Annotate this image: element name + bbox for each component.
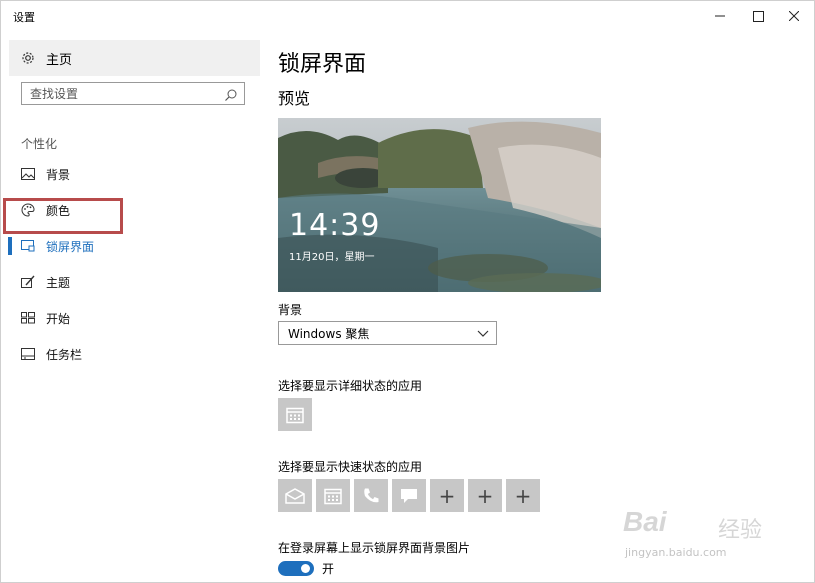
theme-icon	[20, 274, 36, 290]
preview-heading: 预览	[278, 89, 311, 108]
plus-icon: +	[476, 483, 494, 508]
maximize-button[interactable]	[741, 1, 775, 31]
preview-clock-date: 11月20日，星期一	[289, 252, 375, 263]
sidebar-item-label: 背景	[46, 167, 71, 182]
quick-status-app-phone[interactable]	[354, 479, 388, 512]
watermark-brand: Bai	[623, 506, 667, 537]
plus-icon: +	[438, 483, 456, 508]
baidu-watermark: Bai 经验 jingyan.baidu.com	[623, 506, 773, 576]
settings-window: 设置 主页 个性化 背景	[0, 0, 815, 583]
background-dropdown-value: Windows 聚焦	[288, 326, 370, 341]
calendar-icon	[324, 488, 342, 504]
minimize-button[interactable]	[703, 1, 737, 31]
start-icon	[20, 310, 36, 326]
close-button[interactable]	[777, 1, 811, 31]
preview-clock-time: 14:39	[289, 208, 381, 243]
sidebar-item-label: 主题	[46, 275, 71, 290]
section-label-personalization: 个性化	[21, 137, 58, 151]
background-dropdown[interactable]: Windows 聚焦	[278, 321, 497, 345]
maximize-icon	[752, 10, 764, 22]
detailed-status-app-calendar[interactable]	[278, 398, 312, 431]
mail-icon	[285, 487, 305, 504]
phone-icon	[364, 488, 379, 502]
annotation-highlight-box	[3, 198, 123, 234]
quick-status-app-messaging[interactable]	[392, 479, 426, 512]
sidebar-item-label: 锁屏界面	[46, 239, 95, 254]
toggle-state-label: 开	[322, 562, 335, 576]
title-bar: 设置	[1, 1, 814, 31]
close-icon	[789, 11, 799, 21]
calendar-icon	[286, 407, 304, 423]
minimize-icon	[715, 15, 725, 17]
quick-status-label: 选择要显示快速状态的应用	[278, 460, 423, 474]
main-content: 锁屏界面 预览 14:39 11月20日，星期一 背景 Windows 聚焦 选…	[260, 31, 814, 582]
sidebar-item-label: 开始	[46, 311, 71, 326]
gear-icon	[20, 50, 36, 66]
watermark-brand-suffix: 经验	[718, 518, 763, 543]
quick-status-add-slot-2[interactable]: +	[468, 479, 502, 512]
sidebar-home[interactable]: 主页	[9, 40, 260, 76]
search-input[interactable]	[30, 86, 220, 101]
quick-status-add-slot-3[interactable]: +	[506, 479, 540, 512]
chevron-down-icon	[477, 330, 489, 337]
sidebar-item-lock-screen[interactable]: 锁屏界面	[8, 229, 260, 263]
lock-screen-icon	[20, 238, 36, 254]
taskbar-icon	[20, 346, 36, 362]
sidebar-item-label: 任务栏	[46, 347, 83, 362]
page-title: 锁屏界面	[278, 52, 367, 77]
search-box[interactable]	[21, 82, 245, 105]
sidebar: 主页 个性化 背景 颜色 锁屏界面	[1, 31, 260, 582]
sidebar-item-themes[interactable]: 主题	[9, 265, 260, 299]
toggle-knob	[301, 564, 310, 573]
preview-landscape-image	[278, 118, 601, 292]
sidebar-home-label: 主页	[46, 52, 73, 68]
active-indicator	[8, 237, 12, 255]
background-label: 背景	[278, 303, 303, 317]
login-background-toggle[interactable]	[278, 561, 314, 576]
quick-status-add-slot-1[interactable]: +	[430, 479, 464, 512]
watermark-url: jingyan.baidu.com	[625, 546, 727, 559]
login-background-label: 在登录屏幕上显示锁屏界面背景图片	[278, 541, 471, 555]
quick-status-app-mail[interactable]	[278, 479, 312, 512]
lock-screen-preview: 14:39 11月20日，星期一	[278, 118, 601, 292]
picture-icon	[20, 166, 36, 182]
sidebar-item-taskbar[interactable]: 任务栏	[9, 337, 260, 371]
window-title: 设置	[13, 11, 35, 24]
search-icon[interactable]	[224, 87, 238, 101]
plus-icon: +	[514, 483, 532, 508]
message-icon	[401, 488, 417, 503]
sidebar-item-start[interactable]: 开始	[9, 301, 260, 335]
quick-status-app-calendar[interactable]	[316, 479, 350, 512]
detailed-status-label: 选择要显示详细状态的应用	[278, 379, 423, 393]
sidebar-item-background[interactable]: 背景	[9, 157, 260, 191]
